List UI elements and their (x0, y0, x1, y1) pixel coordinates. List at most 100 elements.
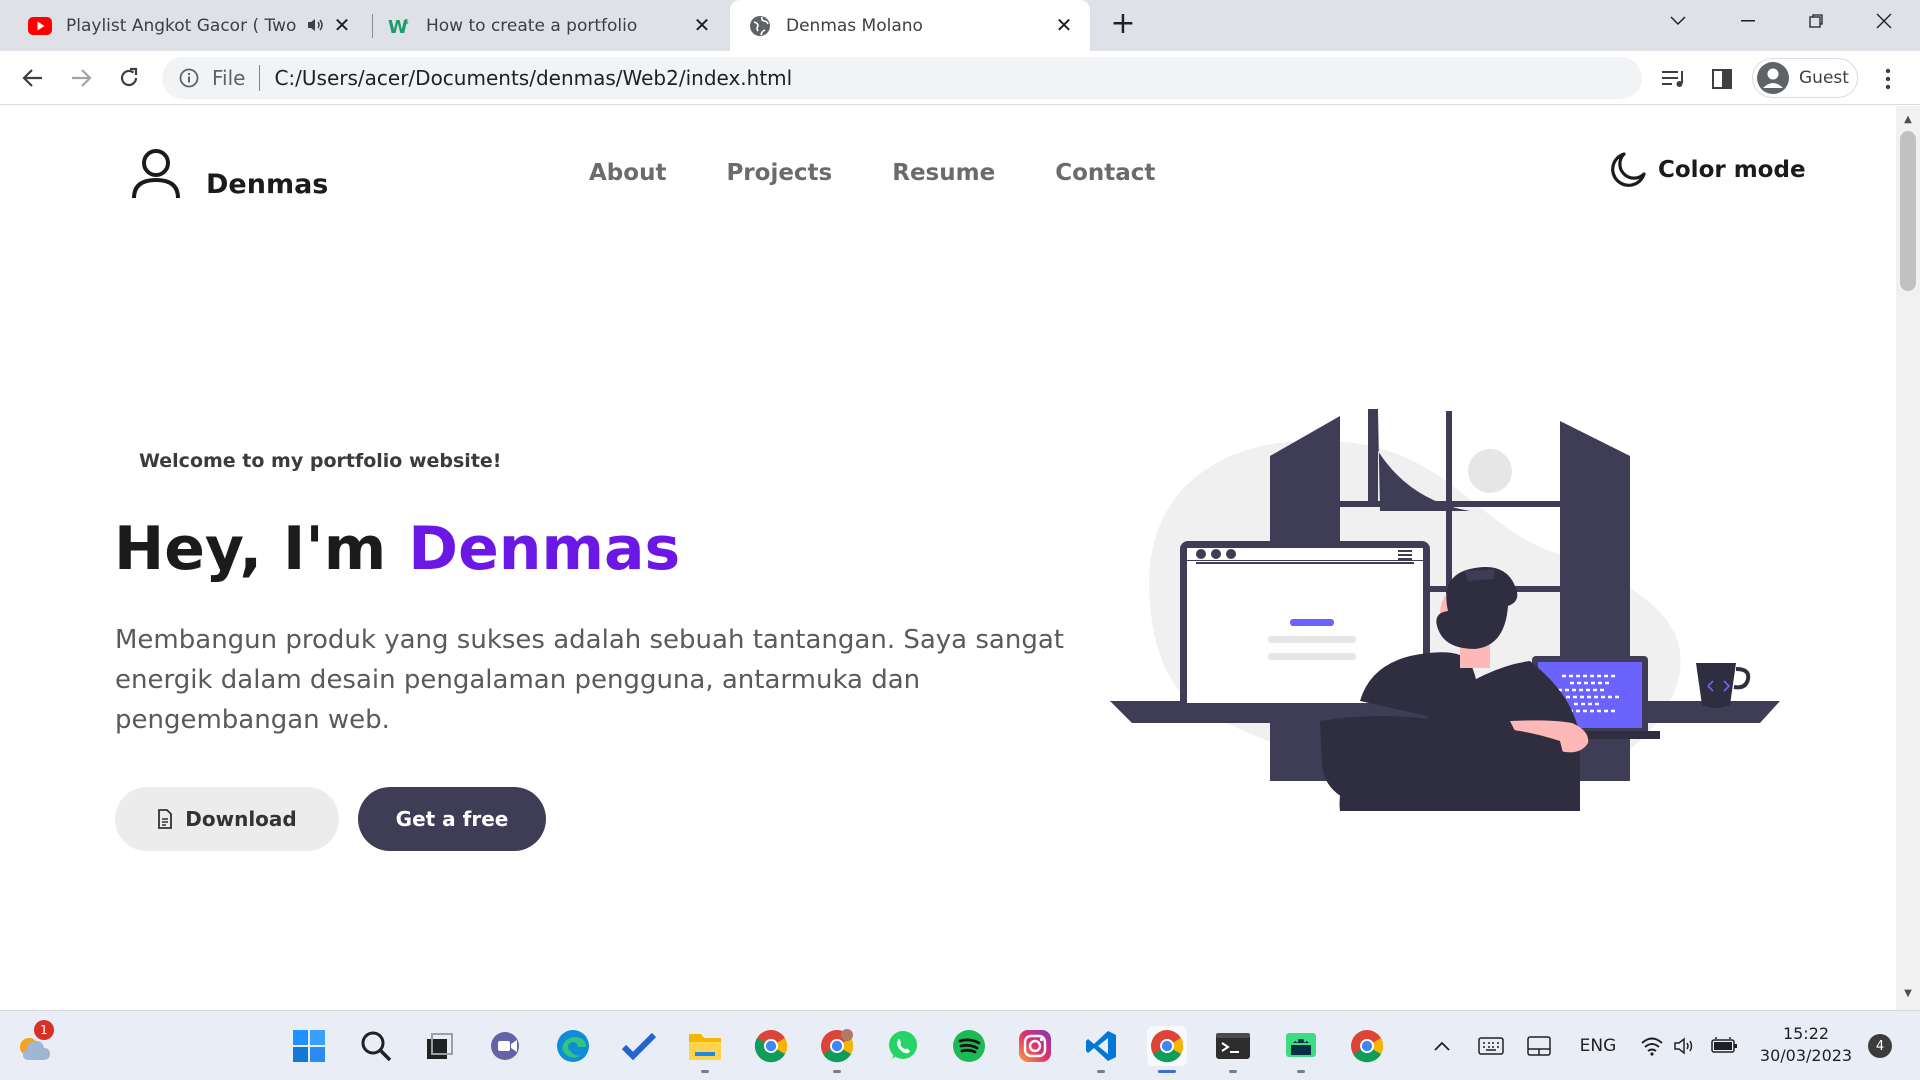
scroll-down-arrow-icon[interactable]: ▼ (1902, 988, 1914, 1000)
hero-description: Membangun produk yang sukses adalah sebu… (115, 625, 1064, 735)
windows-taskbar: 1 ENG 15:22 30/03/2023 4 (0, 1010, 1920, 1080)
url-text[interactable]: C:/Users/acer/Documents/denmas/Web2/inde… (274, 66, 792, 90)
guest-avatar-icon (1757, 62, 1789, 94)
tab-youtube[interactable]: Playlist Angkot Gacor ( Two V ✕ (16, 0, 368, 51)
chrome-profile-icon[interactable] (817, 1026, 857, 1073)
whatsapp-icon[interactable] (883, 1026, 923, 1066)
close-icon[interactable]: ✕ (690, 13, 714, 37)
running-indicator (833, 1070, 841, 1073)
vscode-icon[interactable] (1081, 1026, 1121, 1073)
tray-chevron-up-icon[interactable] (1430, 1031, 1454, 1061)
hero-illustration (1110, 409, 1780, 811)
tab-title: Denmas Molano (786, 15, 923, 36)
download-button[interactable]: Download (115, 787, 339, 851)
tab-search-chevron-icon[interactable] (1644, 0, 1712, 42)
taskbar-clock[interactable]: 15:22 30/03/2023 (1756, 1023, 1856, 1067)
browser-toolbar: File C:/Users/acer/Documents/denmas/Web2… (0, 51, 1920, 105)
site-logo[interactable]: Denmas (128, 146, 328, 202)
kebab-menu-icon[interactable] (1874, 65, 1902, 93)
weather-badge: 1 (34, 1020, 54, 1040)
close-icon[interactable]: ✕ (1052, 13, 1076, 37)
instagram-icon[interactable] (1015, 1026, 1055, 1066)
tab-denmas-active[interactable]: Denmas Molano ✕ (730, 0, 1090, 51)
edge-icon[interactable] (553, 1026, 593, 1066)
tab-title: How to create a portfolio (426, 15, 638, 36)
tab-title: Playlist Angkot Gacor ( Two V (66, 15, 296, 36)
color-mode-toggle[interactable]: Color mode (1598, 150, 1806, 190)
terminal-icon[interactable] (1213, 1026, 1253, 1073)
language-indicator[interactable]: ENG (1576, 1031, 1620, 1061)
close-icon[interactable]: ✕ (330, 13, 354, 37)
welcome-text: Welcome to my portfolio website! (139, 450, 502, 472)
svg-text:s: s (404, 17, 409, 27)
spotify-icon[interactable] (949, 1026, 989, 1066)
close-window-icon[interactable] (1850, 0, 1918, 42)
moon-icon (1608, 150, 1648, 190)
reload-icon[interactable] (112, 61, 146, 95)
speaker-icon[interactable] (306, 16, 324, 39)
scroll-up-arrow-icon[interactable]: ▲ (1902, 114, 1914, 126)
android-studio-icon[interactable] (1281, 1026, 1321, 1073)
active-indicator (1158, 1070, 1176, 1073)
file-explorer-icon[interactable] (685, 1026, 725, 1073)
page-viewport: Denmas About Projects Resume Contact Col… (0, 106, 1900, 1010)
side-panel-icon[interactable] (1708, 65, 1736, 93)
profile-button[interactable]: Guest (1752, 58, 1858, 98)
url-divider (259, 65, 261, 91)
nav-resume[interactable]: Resume (892, 160, 995, 186)
volume-icon[interactable] (1670, 1031, 1698, 1061)
notification-badge[interactable]: 4 (1868, 1034, 1892, 1058)
windows-start-icon[interactable] (289, 1026, 329, 1066)
new-tab-button[interactable]: + (1108, 9, 1138, 40)
scrollbar-thumb[interactable] (1900, 131, 1916, 291)
download-label: Download (185, 807, 297, 831)
running-indicator (701, 1070, 709, 1073)
document-icon (157, 809, 173, 829)
page-scrollbar[interactable]: ▲ ▼ (1896, 106, 1920, 1010)
keyboard-icon[interactable] (1476, 1031, 1506, 1061)
touchpad-icon[interactable] (1524, 1031, 1554, 1061)
tab-portfolio[interactable]: Ws How to create a portfolio ✕ (376, 0, 728, 51)
search-icon[interactable] (356, 1026, 396, 1066)
todo-icon[interactable] (619, 1026, 659, 1066)
hero-name: Denmas (408, 514, 681, 584)
clock-time: 15:22 (1782, 1024, 1830, 1043)
brand-name: Denmas (206, 168, 329, 200)
clock-date: 30/03/2023 (1759, 1046, 1853, 1065)
url-scheme: File (212, 66, 246, 90)
hero-prefix: Hey, I'm (114, 514, 387, 584)
battery-icon[interactable] (1710, 1031, 1740, 1061)
chrome-icon-2[interactable] (1347, 1026, 1387, 1066)
forward-arrow-icon[interactable] (64, 61, 98, 95)
info-icon[interactable] (178, 67, 200, 89)
running-indicator (1297, 1070, 1305, 1073)
meet-icon[interactable] (487, 1026, 527, 1066)
task-view-icon[interactable] (419, 1026, 459, 1066)
nav-contact[interactable]: Contact (1055, 160, 1155, 186)
tab-strip: Playlist Angkot Gacor ( Two V ✕ Ws How t… (0, 0, 1920, 51)
weather-widget-icon[interactable]: 1 (14, 1020, 54, 1066)
address-bar[interactable]: File C:/Users/acer/Documents/denmas/Web2… (162, 57, 1642, 99)
nav-projects[interactable]: Projects (726, 160, 832, 186)
running-indicator (1097, 1070, 1105, 1073)
get-free-button[interactable]: Get a free (358, 787, 546, 851)
media-queue-icon[interactable] (1660, 65, 1688, 93)
running-indicator (1229, 1070, 1237, 1073)
nav-about[interactable]: About (589, 160, 666, 186)
site-header: Denmas About Projects Resume Contact Col… (0, 106, 1900, 236)
get-free-label: Get a free (395, 807, 509, 831)
wifi-icon[interactable] (1638, 1031, 1666, 1061)
main-nav: About Projects Resume Contact (589, 160, 1155, 186)
chrome-icon[interactable] (751, 1026, 791, 1066)
youtube-icon (28, 14, 52, 38)
color-mode-label: Color mode (1658, 157, 1806, 183)
chrome-active-icon[interactable] (1147, 1026, 1187, 1073)
back-arrow-icon[interactable] (16, 61, 50, 95)
w-logo-icon: Ws (388, 14, 412, 38)
hero-title: Hey, I'm Denmas (114, 514, 680, 584)
restore-icon[interactable] (1782, 0, 1850, 42)
profile-label: Guest (1799, 68, 1849, 88)
globe-icon (748, 14, 772, 38)
minimize-icon[interactable] (1714, 0, 1782, 42)
user-icon (128, 146, 184, 202)
